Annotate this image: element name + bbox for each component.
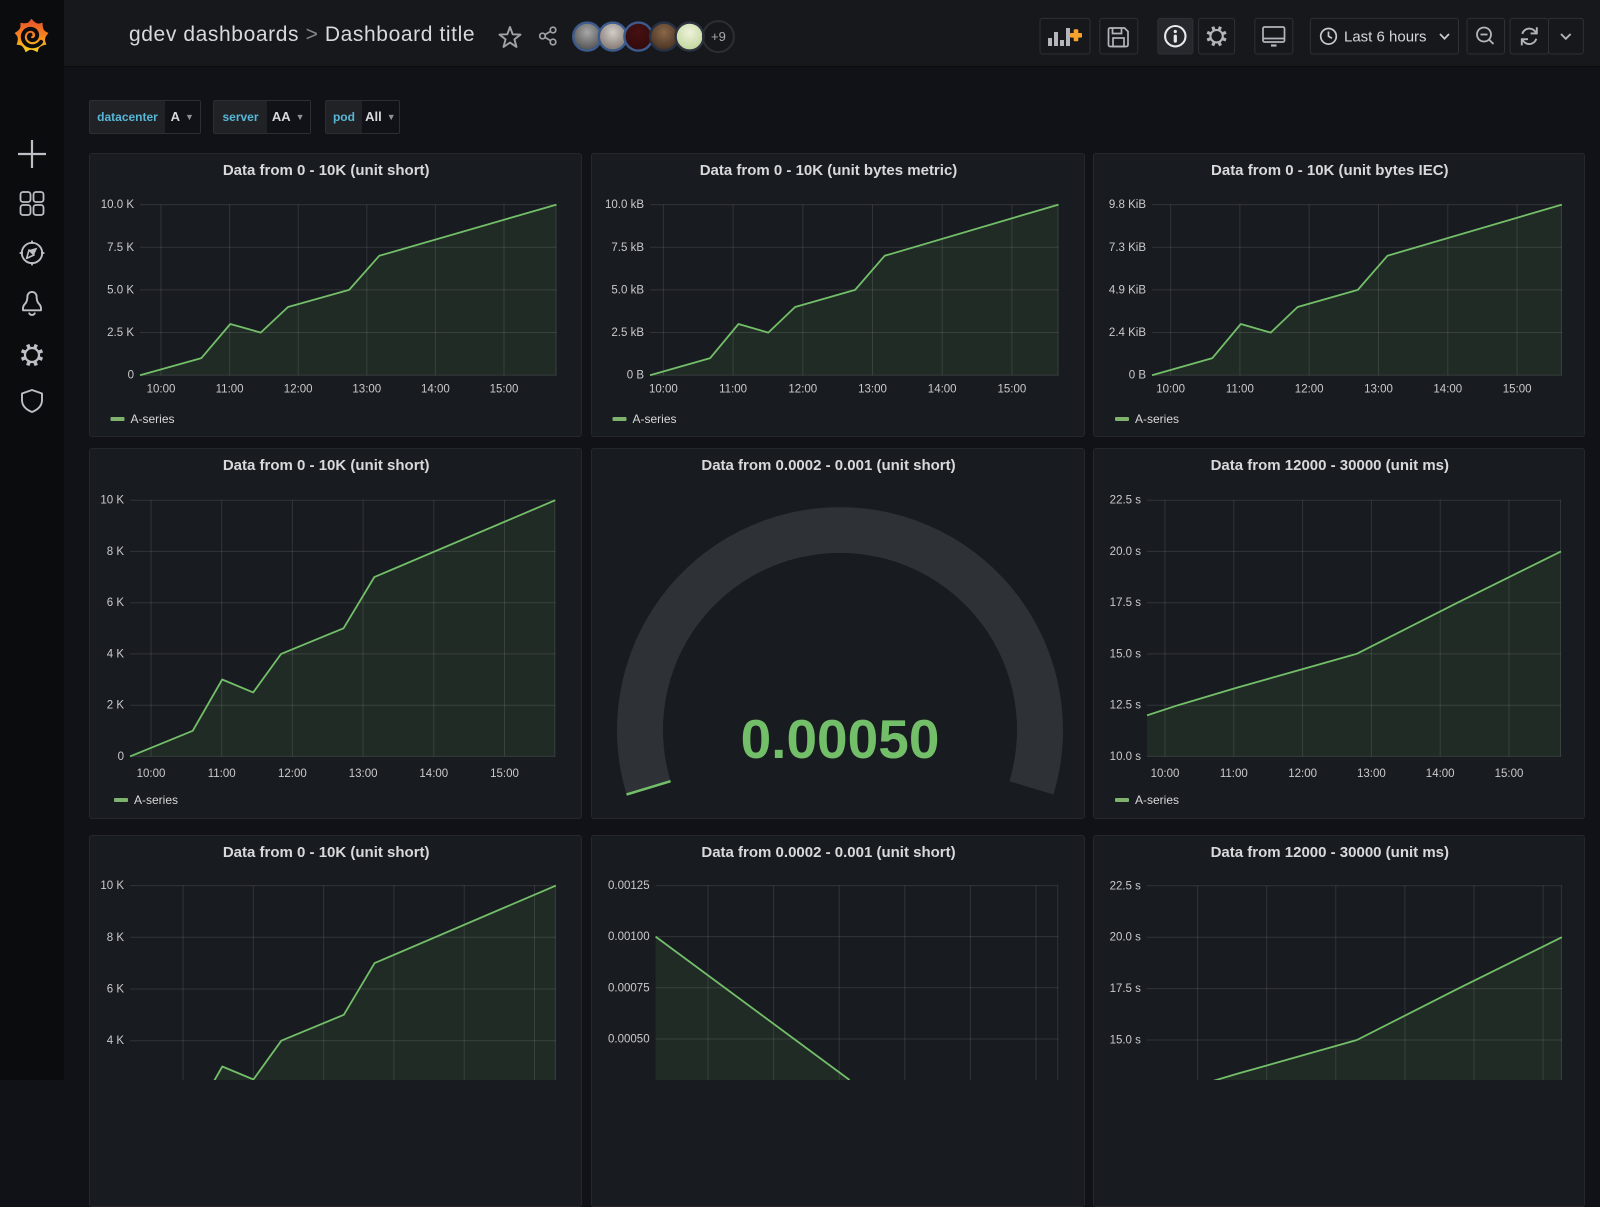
svg-text:A-series: A-series — [633, 412, 677, 426]
svg-text:2.5 kB: 2.5 kB — [611, 327, 644, 339]
svg-text:Data from 0 - 10K (unit bytes: Data from 0 - 10K (unit bytes IEC) — [1211, 162, 1449, 179]
svg-text:12:00: 12:00 — [1295, 384, 1324, 396]
svg-text:20.0 s: 20.0 s — [1110, 546, 1142, 558]
svg-text:7.3 KiB: 7.3 KiB — [1109, 242, 1146, 254]
svg-text:0 B: 0 B — [627, 370, 645, 382]
svg-text:0 B: 0 B — [1129, 370, 1147, 382]
svg-text:11:00: 11:00 — [208, 768, 236, 780]
svg-text:10:00: 10:00 — [1151, 768, 1180, 780]
svg-text:10.0 kB: 10.0 kB — [605, 199, 644, 211]
svg-text:22.5 s: 22.5 s — [1110, 495, 1142, 507]
svg-text:9.8 KiB: 9.8 KiB — [1109, 199, 1146, 211]
svg-text:A-series: A-series — [1135, 412, 1179, 426]
svg-text:15:00: 15:00 — [998, 384, 1027, 396]
svg-text:13:00: 13:00 — [1364, 384, 1393, 396]
svg-text:A-series: A-series — [134, 793, 178, 807]
svg-text:20.0 s: 20.0 s — [1110, 932, 1142, 944]
svg-text:2.5 K: 2.5 K — [107, 327, 134, 339]
svg-text:13:00: 13:00 — [1357, 768, 1386, 780]
svg-text:Data from 0.0002 - 0.001 (unit: Data from 0.0002 - 0.001 (unit short) — [701, 844, 955, 861]
svg-text:10:00: 10:00 — [649, 384, 678, 396]
svg-text:12:00: 12:00 — [278, 768, 307, 780]
svg-text:8 K: 8 K — [107, 932, 125, 944]
svg-text:+9: +9 — [711, 29, 726, 44]
svg-text:14:00: 14:00 — [1426, 768, 1455, 780]
svg-text:13:00: 13:00 — [858, 384, 887, 396]
svg-text:11:00: 11:00 — [719, 384, 747, 396]
svg-text:10.0 K: 10.0 K — [101, 199, 135, 211]
svg-text:Data from 0.0002 - 0.001 (unit: Data from 0.0002 - 0.001 (unit short) — [701, 457, 955, 474]
svg-text:A-series: A-series — [131, 412, 175, 426]
svg-text:15.0 s: 15.0 s — [1110, 648, 1142, 660]
svg-text:10:00: 10:00 — [147, 384, 176, 396]
svg-text:6 K: 6 K — [107, 597, 125, 609]
svg-text:5.0 K: 5.0 K — [107, 284, 134, 296]
svg-text:2.4 KiB: 2.4 KiB — [1109, 327, 1146, 339]
svg-text:17.5 s: 17.5 s — [1110, 597, 1142, 609]
svg-text:Data from 0 - 10K (unit short): Data from 0 - 10K (unit short) — [223, 844, 430, 861]
svg-text:10 K: 10 K — [100, 880, 124, 892]
svg-text:15:00: 15:00 — [1503, 384, 1532, 396]
svg-text:14:00: 14:00 — [928, 384, 957, 396]
svg-text:8 K: 8 K — [107, 546, 125, 558]
svg-text:13:00: 13:00 — [349, 768, 378, 780]
svg-text:12:00: 12:00 — [788, 384, 817, 396]
svg-text:0.00050: 0.00050 — [608, 1034, 650, 1046]
svg-text:12:00: 12:00 — [1288, 768, 1317, 780]
svg-text:10:00: 10:00 — [1156, 384, 1185, 396]
svg-text:15:00: 15:00 — [490, 384, 519, 396]
svg-text:A-series: A-series — [1135, 793, 1179, 807]
svg-text:11:00: 11:00 — [1226, 384, 1254, 396]
svg-text:10:00: 10:00 — [137, 768, 166, 780]
svg-text:Data from 12000 - 30000 (unit: Data from 12000 - 30000 (unit ms) — [1211, 457, 1449, 474]
svg-text:Data from 12000 - 30000 (unit: Data from 12000 - 30000 (unit ms) — [1211, 844, 1449, 861]
svg-text:4.9 KiB: 4.9 KiB — [1109, 284, 1146, 296]
svg-text:6 K: 6 K — [107, 984, 125, 996]
svg-text:22.5 s: 22.5 s — [1110, 880, 1142, 892]
svg-text:10.0 s: 10.0 s — [1110, 751, 1142, 763]
svg-text:4 K: 4 K — [107, 648, 125, 660]
svg-text:14:00: 14:00 — [1433, 384, 1462, 396]
svg-text:11:00: 11:00 — [1220, 768, 1248, 780]
svg-text:7.5 K: 7.5 K — [107, 242, 134, 254]
svg-text:15:00: 15:00 — [490, 768, 519, 780]
svg-text:5.0 kB: 5.0 kB — [611, 284, 644, 296]
svg-text:0.00075: 0.00075 — [608, 982, 650, 994]
svg-text:0: 0 — [128, 370, 134, 382]
svg-text:15.0 s: 15.0 s — [1110, 1035, 1142, 1047]
svg-text:Data from 0 - 10K (unit short): Data from 0 - 10K (unit short) — [223, 457, 430, 474]
svg-text:10 K: 10 K — [100, 495, 124, 507]
svg-text:Data from 0 - 10K (unit short): Data from 0 - 10K (unit short) — [223, 162, 430, 179]
svg-text:14:00: 14:00 — [421, 384, 450, 396]
svg-text:2 K: 2 K — [107, 700, 125, 712]
svg-text:0.00100: 0.00100 — [608, 931, 650, 943]
svg-text:4 K: 4 K — [107, 1035, 125, 1047]
svg-text:11:00: 11:00 — [216, 384, 244, 396]
svg-text:7.5 kB: 7.5 kB — [611, 242, 644, 254]
svg-text:13:00: 13:00 — [352, 384, 381, 396]
svg-text:12.5 s: 12.5 s — [1110, 700, 1142, 712]
svg-text:Data from 0 - 10K (unit bytes: Data from 0 - 10K (unit bytes metric) — [700, 162, 958, 179]
svg-text:0: 0 — [118, 751, 124, 763]
svg-text:12:00: 12:00 — [284, 384, 313, 396]
svg-text:0.00050: 0.00050 — [741, 708, 940, 770]
svg-text:14:00: 14:00 — [419, 768, 448, 780]
svg-text:Last 6 hours: Last 6 hours — [1344, 29, 1427, 46]
svg-text:0.00125: 0.00125 — [608, 880, 650, 892]
svg-text:17.5 s: 17.5 s — [1110, 983, 1142, 995]
svg-text:15:00: 15:00 — [1495, 768, 1524, 780]
